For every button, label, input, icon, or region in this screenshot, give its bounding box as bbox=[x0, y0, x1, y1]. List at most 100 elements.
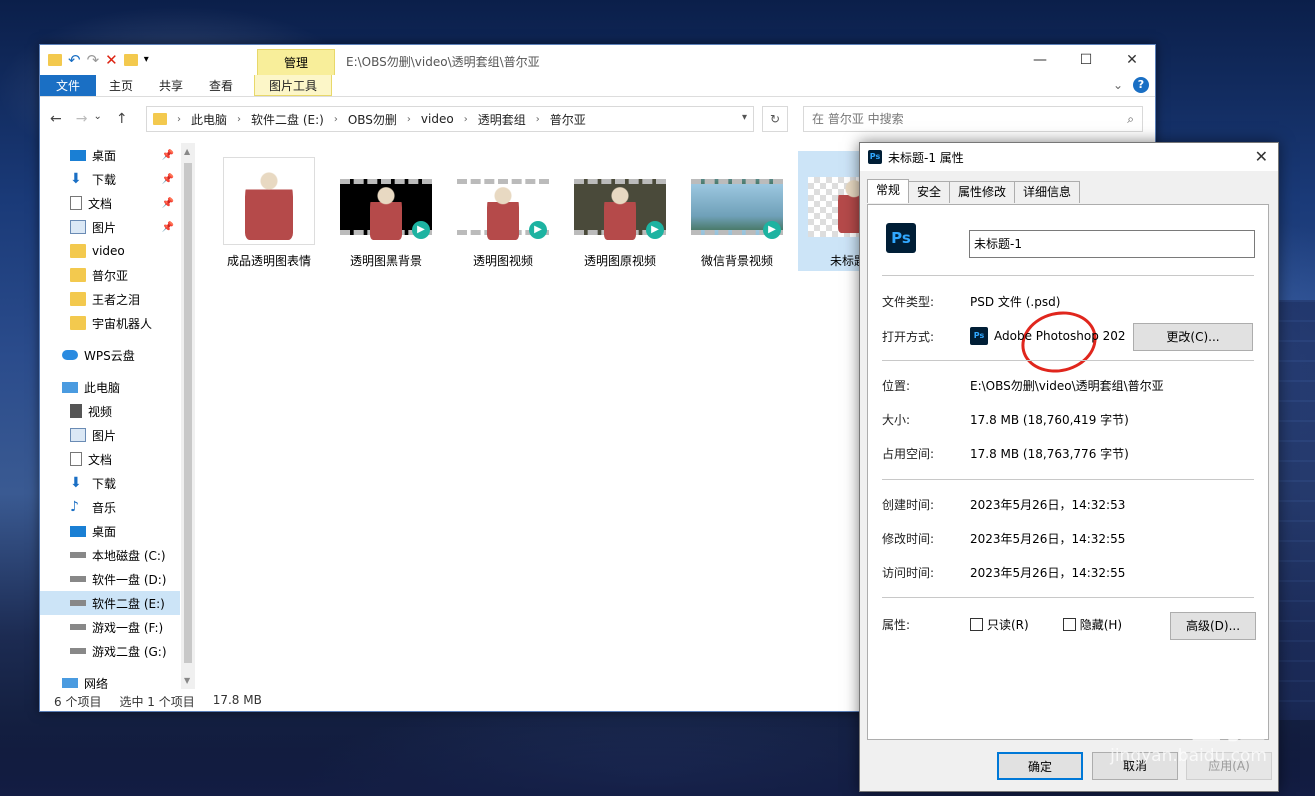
sidebar-item-drive-c[interactable]: 本地磁盘 (C:) bbox=[40, 543, 180, 567]
sidebar-item-drive-e[interactable]: 软件二盘 (E:) bbox=[40, 591, 180, 615]
sidebar-item-videos[interactable]: 视频 bbox=[40, 399, 180, 423]
undo-icon[interactable]: ↶ bbox=[68, 51, 81, 69]
dialog-title-bar: Ps 未标题-1 属性 ✕ bbox=[860, 143, 1278, 171]
sidebar-item-tears[interactable]: 王者之泪 bbox=[40, 287, 180, 311]
sidebar-item-drive-g[interactable]: 游戏二盘 (G:) bbox=[40, 639, 180, 663]
readonly-label: 只读(R) bbox=[987, 618, 1029, 632]
sidebar-item-label: 软件二盘 (E:) bbox=[92, 596, 165, 611]
breadcrumb-item[interactable]: 透明套组 bbox=[478, 111, 526, 128]
recent-dropdown-icon[interactable]: ⌄ bbox=[93, 111, 101, 127]
file-type-row: 文件类型: PSD 文件 (.psd) bbox=[882, 293, 1060, 310]
sidebar-item-pictures[interactable]: 图片 📌 bbox=[40, 215, 180, 239]
sidebar-item-label: 图片 bbox=[92, 220, 117, 235]
search-input[interactable]: 在 普尔亚 中搜索 ⌕ bbox=[803, 106, 1143, 132]
tab-security[interactable]: 安全 bbox=[908, 181, 951, 203]
sidebar-item-documents[interactable]: 文档 📌 bbox=[40, 191, 180, 215]
close-icon[interactable]: ✕ bbox=[1255, 147, 1268, 166]
sidebar-item-downloads[interactable]: ⬇ 下载 📌 bbox=[40, 167, 180, 191]
file-name: 透明图黑背景 bbox=[349, 254, 422, 268]
breadcrumb-item[interactable]: video bbox=[421, 112, 454, 126]
file-tile[interactable]: ▶ 透明图黑背景 bbox=[330, 151, 442, 271]
chevron-right-icon: › bbox=[463, 113, 468, 125]
new-folder-icon[interactable] bbox=[123, 54, 138, 66]
photoshop-icon: Ps bbox=[868, 150, 882, 164]
customize-dropdown-icon[interactable]: ▾ bbox=[144, 51, 149, 69]
file-tile[interactable]: ▶ 透明图原视频 bbox=[564, 151, 676, 271]
divider bbox=[882, 479, 1254, 480]
scroll-up-icon[interactable]: ▲ bbox=[184, 147, 190, 156]
up-arrow-icon[interactable]: ↑ bbox=[116, 111, 128, 127]
advanced-button[interactable]: 高级(D)... bbox=[1170, 612, 1256, 640]
tab-view[interactable]: 查看 bbox=[196, 75, 246, 96]
hidden-checkbox[interactable] bbox=[1062, 618, 1076, 631]
forward-arrow-icon[interactable]: → bbox=[76, 111, 88, 127]
sidebar-item-this-pc[interactable]: 此电脑 bbox=[40, 375, 180, 399]
drive-icon bbox=[70, 600, 86, 606]
tab-file[interactable]: 文件 bbox=[40, 75, 96, 96]
video-thumbnail: ▶ bbox=[574, 157, 666, 245]
tab-details[interactable]: 详细信息 bbox=[1014, 181, 1081, 203]
open-with-value: Adobe Photoshop 202 bbox=[994, 329, 1126, 343]
tab-general[interactable]: 常规 bbox=[867, 179, 910, 203]
minimize-button[interactable]: — bbox=[1017, 45, 1063, 75]
tab-picture-tools[interactable]: 图片工具 bbox=[254, 75, 333, 96]
sidebar-item-drive-f[interactable]: 游戏一盘 (F:) bbox=[40, 615, 180, 639]
music-icon: ♪ bbox=[70, 499, 79, 515]
sidebar-item-drive-d[interactable]: 软件一盘 (D:) bbox=[40, 567, 180, 591]
maximize-button[interactable]: ☐ bbox=[1063, 45, 1109, 75]
disk-size-row: 占用空间: 17.8 MB (18,763,776 字节) bbox=[882, 445, 1129, 462]
created-row: 创建时间: 2023年5月26日，14:32:53 bbox=[882, 496, 1125, 513]
breadcrumb-item[interactable]: 软件二盘 (E:) bbox=[251, 111, 324, 128]
created-value: 2023年5月26日，14:32:53 bbox=[970, 498, 1126, 512]
file-tile[interactable]: ▶ 微信背景视频 bbox=[681, 151, 793, 271]
delete-icon[interactable]: ✕ bbox=[105, 51, 118, 69]
sidebar-item-network[interactable]: 网络 bbox=[40, 671, 180, 689]
breadcrumb-item[interactable]: 普尔亚 bbox=[550, 111, 586, 128]
scroll-down-icon[interactable]: ▼ bbox=[184, 676, 190, 685]
sidebar-item-label: WPS云盘 bbox=[84, 348, 135, 363]
sidebar-item-video[interactable]: video bbox=[40, 239, 180, 263]
download-icon: ⬇ bbox=[70, 475, 82, 491]
change-button[interactable]: 更改(C)... bbox=[1133, 323, 1253, 351]
address-bar[interactable]: › 此电脑 › 软件二盘 (E:) › OBS勿删 › video › 透明套组… bbox=[146, 106, 754, 132]
back-arrow-icon[interactable]: ← bbox=[50, 111, 62, 127]
sidebar-item-pc-documents[interactable]: 文档 bbox=[40, 447, 180, 471]
sidebar-item-puerya[interactable]: 普尔亚 bbox=[40, 263, 180, 287]
help-icon[interactable]: ? bbox=[1133, 77, 1149, 93]
folder-icon bbox=[70, 292, 86, 306]
breadcrumb-item[interactable]: 此电脑 bbox=[191, 111, 227, 128]
accessed-label: 访问时间: bbox=[882, 566, 935, 580]
sidebar-scrollbar[interactable]: ▲ ▼ bbox=[181, 143, 195, 689]
sidebar-item-pc-pictures[interactable]: 图片 bbox=[40, 423, 180, 447]
tab-manage[interactable]: 管理 bbox=[257, 49, 335, 75]
search-icon[interactable]: ⌕ bbox=[1127, 107, 1134, 131]
refresh-button[interactable]: ↻ bbox=[762, 106, 788, 132]
filename-field[interactable]: 未标题-1 bbox=[969, 230, 1255, 258]
close-button[interactable]: ✕ bbox=[1109, 45, 1155, 75]
readonly-checkbox[interactable] bbox=[970, 618, 983, 631]
sidebar-item-label: 本地磁盘 (C:) bbox=[92, 548, 166, 563]
sidebar-item-desktop[interactable]: 桌面 📌 bbox=[40, 143, 180, 167]
sidebar-item-pc-desktop[interactable]: 桌面 bbox=[40, 519, 180, 543]
sidebar-item-astrobot[interactable]: 宇宙机器人 bbox=[40, 311, 180, 335]
sidebar-item-music[interactable]: ♪ 音乐 bbox=[40, 495, 180, 519]
sidebar-item-pc-downloads[interactable]: ⬇ 下载 bbox=[40, 471, 180, 495]
tab-attribute-modify[interactable]: 属性修改 bbox=[949, 181, 1016, 203]
tab-share[interactable]: 共享 bbox=[146, 75, 196, 96]
redo-icon[interactable]: ↷ bbox=[87, 51, 100, 69]
sidebar-item-label: 图片 bbox=[92, 428, 117, 443]
quick-access-toolbar: ↶ ↷ ✕ ▾ bbox=[48, 51, 149, 69]
file-tile[interactable]: 成品透明图表情 bbox=[213, 151, 325, 271]
address-dropdown-icon[interactable]: ▾ bbox=[742, 112, 747, 123]
sidebar-item-wps-cloud[interactable]: WPS云盘 bbox=[40, 343, 180, 367]
pin-icon: 📌 bbox=[161, 197, 174, 209]
scrollbar-thumb[interactable] bbox=[184, 163, 192, 663]
dialog-title: 未标题-1 属性 bbox=[888, 150, 964, 165]
file-tile[interactable]: ▶ 透明图视频 bbox=[447, 151, 559, 271]
status-bar: 6 个项目 选中 1 个项目 17.8 MB bbox=[54, 693, 262, 710]
folder-icon bbox=[48, 54, 62, 66]
expand-ribbon-icon[interactable]: ⌄ bbox=[1113, 78, 1123, 92]
tab-home[interactable]: 主页 bbox=[96, 75, 146, 96]
breadcrumb-item[interactable]: OBS勿删 bbox=[348, 111, 397, 128]
character-figure bbox=[487, 186, 519, 240]
